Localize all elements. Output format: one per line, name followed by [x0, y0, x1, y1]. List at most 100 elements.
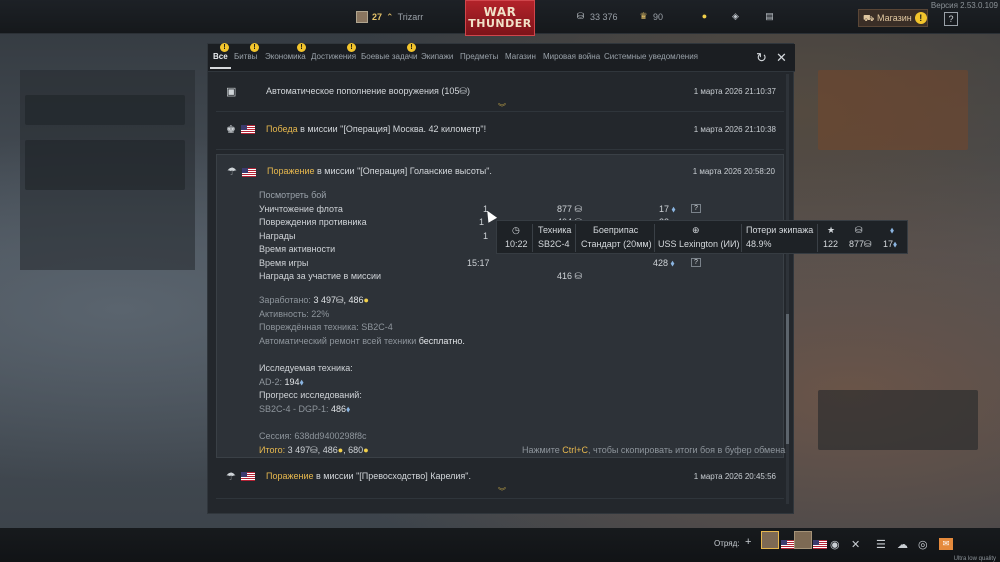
research-label: Исследуемая техника: — [259, 363, 353, 373]
stat-name: Повреждения противника — [259, 217, 367, 227]
help-button[interactable]: ? — [944, 12, 958, 26]
premium-icon: ◈ — [732, 11, 739, 21]
add-squad-icon[interactable]: + — [745, 536, 751, 548]
squad-member-avatar[interactable] — [761, 531, 779, 549]
quality-label: Ultra low quality — [953, 556, 996, 562]
scrollbar[interactable] — [786, 74, 789, 504]
shop-button[interactable]: ⛟ Магазин ! — [858, 9, 928, 27]
profile[interactable]: 27 ⌃ Trizarr — [356, 11, 423, 23]
total: Итого: 3 497⛁, 486●, 680● — [259, 445, 369, 455]
stat-rp: 428 ⬧ — [653, 258, 675, 268]
stat-sl: 877 ⛁ — [557, 204, 583, 214]
golden-eagles[interactable]: ♛ 90 — [638, 11, 663, 22]
help-icon[interactable]: ? — [691, 204, 701, 213]
message-row[interactable]: ♚ Победа в миссии "[Операция] Москва. 42… — [216, 112, 784, 150]
shop-label: Магазин — [877, 13, 912, 23]
player-level: 27 — [372, 12, 383, 22]
warning-icon: ! — [250, 43, 259, 52]
earned: Заработано: 3 497⛁, 486● — [259, 295, 369, 305]
message-row[interactable]: ☂ Поражение в миссии "[Превосходство] Ка… — [216, 459, 784, 499]
background-block — [818, 390, 978, 450]
tab-all[interactable]: Все — [210, 52, 231, 69]
game-logo[interactable]: WAR THUNDER — [465, 0, 535, 36]
bulb-icon: ● — [701, 11, 708, 21]
bottom-bar: Отряд: + ◉ ✕ ☰ ☁ ◎ ✉ — [0, 528, 1000, 562]
vehicle-header: Техника — [538, 225, 572, 235]
tab-battles[interactable]: Битвы — [234, 52, 257, 61]
stat-name: Время активности — [259, 244, 336, 254]
star-icon: ★ — [827, 225, 836, 235]
progress-item: SB2C-4 - DGP-1: 486⬧ — [259, 404, 351, 414]
contacts-icon[interactable]: ☁ — [897, 538, 908, 551]
progress-label: Прогресс исследований: — [259, 390, 362, 400]
copy-hint: Нажмите Ctrl+C, чтобы скопировать итоги … — [522, 445, 786, 455]
stat-c1: 1 — [479, 217, 485, 227]
silver-lions[interactable]: ⛁ 33 376 — [575, 11, 618, 22]
chat-icon[interactable]: ◎ — [918, 538, 928, 551]
help-icon[interactable]: ? — [691, 258, 701, 267]
message-text: Автоматическое пополнение вооружения (10… — [266, 86, 470, 96]
stat-name: Награда за участие в миссии — [259, 271, 382, 281]
tab-achievements[interactable]: Достижения — [311, 52, 356, 61]
auto-repair: Автоматический ремонт всей техники беспл… — [259, 336, 465, 346]
message-text: Поражение в миссии "[Операция] Голанские… — [267, 166, 492, 176]
notifications-panel: Все Битвы Экономика Достижения Боевые за… — [207, 43, 795, 514]
tab-bar: Все Битвы Экономика Достижения Боевые за… — [208, 43, 795, 72]
view-battle-link[interactable]: Посмотреть бой — [259, 190, 326, 200]
tab-shop[interactable]: Магазин — [505, 52, 536, 61]
battle-report: ☂ Поражение в миссии "[Операция] Голанск… — [216, 154, 786, 458]
mail-icon[interactable]: ✉ — [939, 538, 953, 550]
tab-crews[interactable]: Экипажи — [421, 52, 453, 61]
background-block — [818, 70, 968, 150]
tab-economy[interactable]: Экономика — [265, 52, 306, 61]
scrollbar-thumb[interactable] — [786, 314, 789, 444]
avatar — [356, 11, 368, 23]
clock-icon: ◷ — [512, 225, 520, 235]
warning-icon: ! — [297, 43, 306, 52]
chevron-down-icon[interactable]: ︾ — [498, 486, 506, 497]
usa-flag-icon — [241, 472, 255, 481]
parachute-icon: ☂ — [227, 166, 237, 178]
background-block — [25, 95, 185, 125]
message-row[interactable]: ▣ Автоматическое пополнение вооружения (… — [216, 74, 784, 112]
ammo-value: Стандарт (20мм) — [581, 239, 652, 249]
message-date: 1 марта 2026 21:10:37 — [693, 87, 776, 96]
ticket-icon: ▤ — [765, 11, 774, 21]
logo-text: THUNDER — [468, 17, 532, 30]
close-icon[interactable]: ✕ — [776, 50, 787, 66]
warning-icon: ! — [220, 43, 229, 52]
score-value: 122 — [823, 239, 839, 249]
trophy-icon: ♚ — [226, 124, 236, 136]
silver-lions-value: 33 376 — [590, 11, 618, 22]
target-icon: ⊕ — [692, 225, 700, 235]
tab-battle-tasks[interactable]: Боевые задачи — [361, 52, 418, 61]
squad-member-avatar[interactable] — [794, 531, 812, 549]
list-icon[interactable]: ☰ — [876, 538, 886, 551]
vehicle-value: SB2C-4 — [538, 239, 570, 249]
squad-status-icon[interactable]: ◉ — [830, 538, 840, 551]
tab-items[interactable]: Предметы — [460, 52, 498, 61]
tab-system[interactable]: Системные уведомления — [604, 52, 698, 61]
tab-world-war[interactable]: Мировая война — [543, 52, 600, 61]
rp-value: 17⬧ — [883, 239, 898, 249]
ammo-refill-icon: ▣ — [226, 86, 237, 98]
version-label: Версия 2.53.0.109 — [930, 1, 998, 10]
premium-account[interactable]: ◈ — [730, 11, 741, 22]
close-icon[interactable]: ✕ — [851, 538, 860, 551]
divider — [532, 224, 533, 252]
sl-value: 877⛁ — [849, 239, 872, 249]
stat-rp: 17 ⬧ — [659, 204, 676, 214]
refresh-icon[interactable]: ↻ — [756, 50, 767, 66]
warning-icon: ! — [914, 12, 927, 24]
silver-lions-icon: ⛁ — [576, 11, 585, 21]
divider — [654, 224, 655, 252]
message-date: 1 марта 2026 21:10:38 — [693, 125, 776, 134]
premium-bulb[interactable]: ● — [699, 11, 710, 22]
username: Trizarr — [397, 12, 424, 22]
session-id: Сессия: 638dd9400298f8c — [259, 431, 367, 441]
silver-lions-icon: ⛁ — [855, 225, 863, 235]
divider — [817, 224, 818, 252]
coupons[interactable]: ▤ — [764, 11, 775, 22]
activity: Активность: 22% — [259, 309, 330, 319]
usa-flag-icon — [242, 168, 256, 177]
